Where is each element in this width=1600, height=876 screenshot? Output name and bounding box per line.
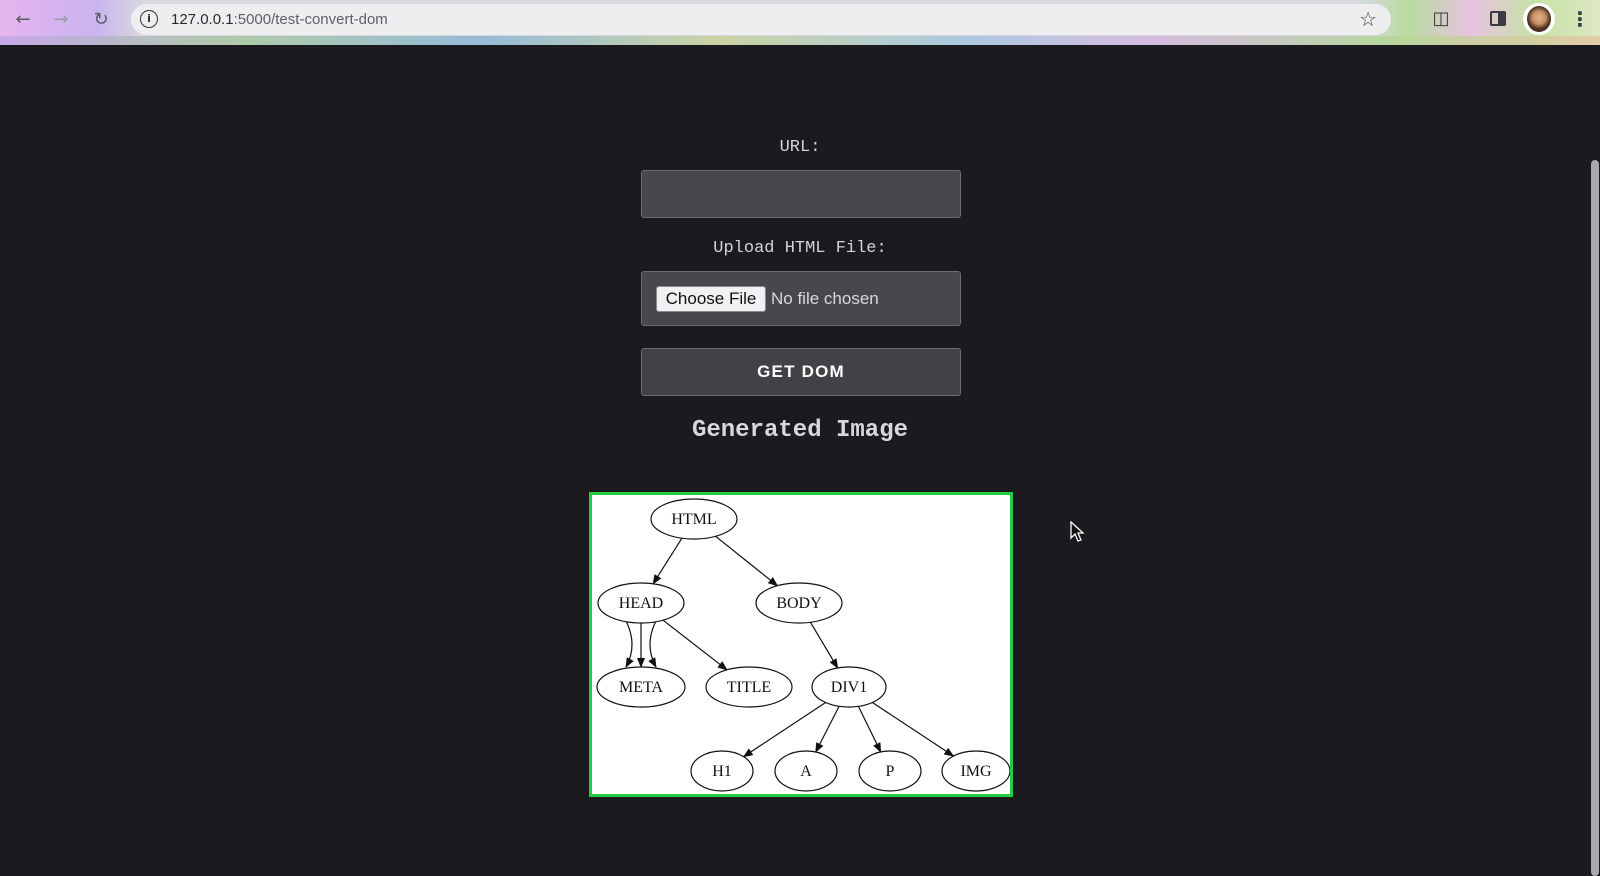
url-input[interactable] (641, 170, 961, 218)
generated-image-title: Generated Image (691, 417, 909, 444)
tree-node-html: HTML (650, 498, 738, 540)
tree-node-img: IMG (941, 750, 1010, 792)
url-host: 127.0.0.1 (171, 11, 234, 28)
avatar[interactable] (1523, 3, 1555, 35)
tree-node-label: TITLE (727, 679, 771, 696)
choose-file-button[interactable]: Choose File (656, 286, 766, 312)
puzzle-icon[interactable]: ◫ (1430, 8, 1452, 30)
tree-node-head: HEAD (597, 582, 685, 624)
back-button[interactable]: ← (10, 6, 36, 32)
tree-edge-div1-h1 (742, 701, 826, 758)
tree-node-label: P (886, 763, 895, 780)
url-path: :5000/test-convert-dom (233, 11, 388, 28)
arrow-left-icon: ← (15, 8, 31, 30)
tree-node-p: P (858, 750, 922, 792)
tree-edge-div1-img (872, 701, 955, 757)
page-scrollbar[interactable] (1591, 160, 1599, 876)
tree-edge-head-title (662, 619, 728, 671)
tree-node-h1: H1 (690, 750, 754, 792)
address-text[interactable]: 127.0.0.1:5000/test-convert-dom (171, 11, 388, 28)
tree-node-label: DIV1 (831, 679, 867, 696)
url-label: URL: (779, 138, 821, 157)
upload-label: Upload HTML File: (713, 239, 887, 258)
kebab-menu-icon[interactable]: ⋮ (1570, 6, 1590, 32)
file-status: No file chosen (771, 289, 879, 308)
tree-node-body: BODY (755, 582, 843, 624)
side-panel-icon[interactable] (1487, 8, 1509, 30)
get-dom-button[interactable]: GET DOM (641, 348, 961, 396)
tree-node-label: IMG (960, 763, 992, 780)
tree-node-meta: META (596, 666, 686, 708)
address-bar[interactable]: i 127.0.0.1:5000/test-convert-dom ☆ (131, 4, 1391, 35)
tree-node-div1: DIV1 (811, 666, 887, 708)
tree-edge-div1-p (857, 706, 882, 753)
star-icon[interactable]: ☆ (1359, 7, 1377, 31)
browser-toolbar: ← → ↻ i 127.0.0.1:5000/test-convert-dom … (0, 0, 1600, 45)
tree-node-label: HEAD (619, 595, 663, 612)
reload-icon: ↻ (93, 8, 109, 30)
tree-node-label: A (800, 763, 812, 780)
generated-image: HTML HEAD BODY META TITLE DIV1 H1 A P IMG (589, 492, 1013, 797)
theme-strip (0, 36, 1600, 45)
tree-edge-html-body (715, 535, 779, 587)
tree-edge-head-meta (625, 620, 634, 668)
tree-edge-head-meta (648, 620, 657, 668)
mouse-cursor-icon (1070, 521, 1085, 542)
tree-node-title: TITLE (705, 666, 793, 708)
info-icon[interactable]: i (140, 10, 158, 28)
file-input[interactable]: Choose File No file chosen (641, 271, 961, 326)
tree-edge-body-div1 (809, 621, 839, 669)
forward-button[interactable]: → (48, 6, 74, 32)
tree-node-a: A (774, 750, 838, 792)
tree-node-label: META (619, 679, 663, 696)
tree-node-label: BODY (776, 595, 822, 612)
tree-edge-html-head (652, 537, 683, 585)
arrow-right-icon: → (53, 8, 69, 30)
reload-button[interactable]: ↻ (88, 6, 114, 32)
dom-tree-graph: HTML HEAD BODY META TITLE DIV1 H1 A P IMG (596, 498, 1010, 792)
tree-edge-div1-a (815, 706, 840, 753)
tree-node-label: HTML (671, 511, 716, 528)
tree-node-label: H1 (712, 763, 732, 780)
